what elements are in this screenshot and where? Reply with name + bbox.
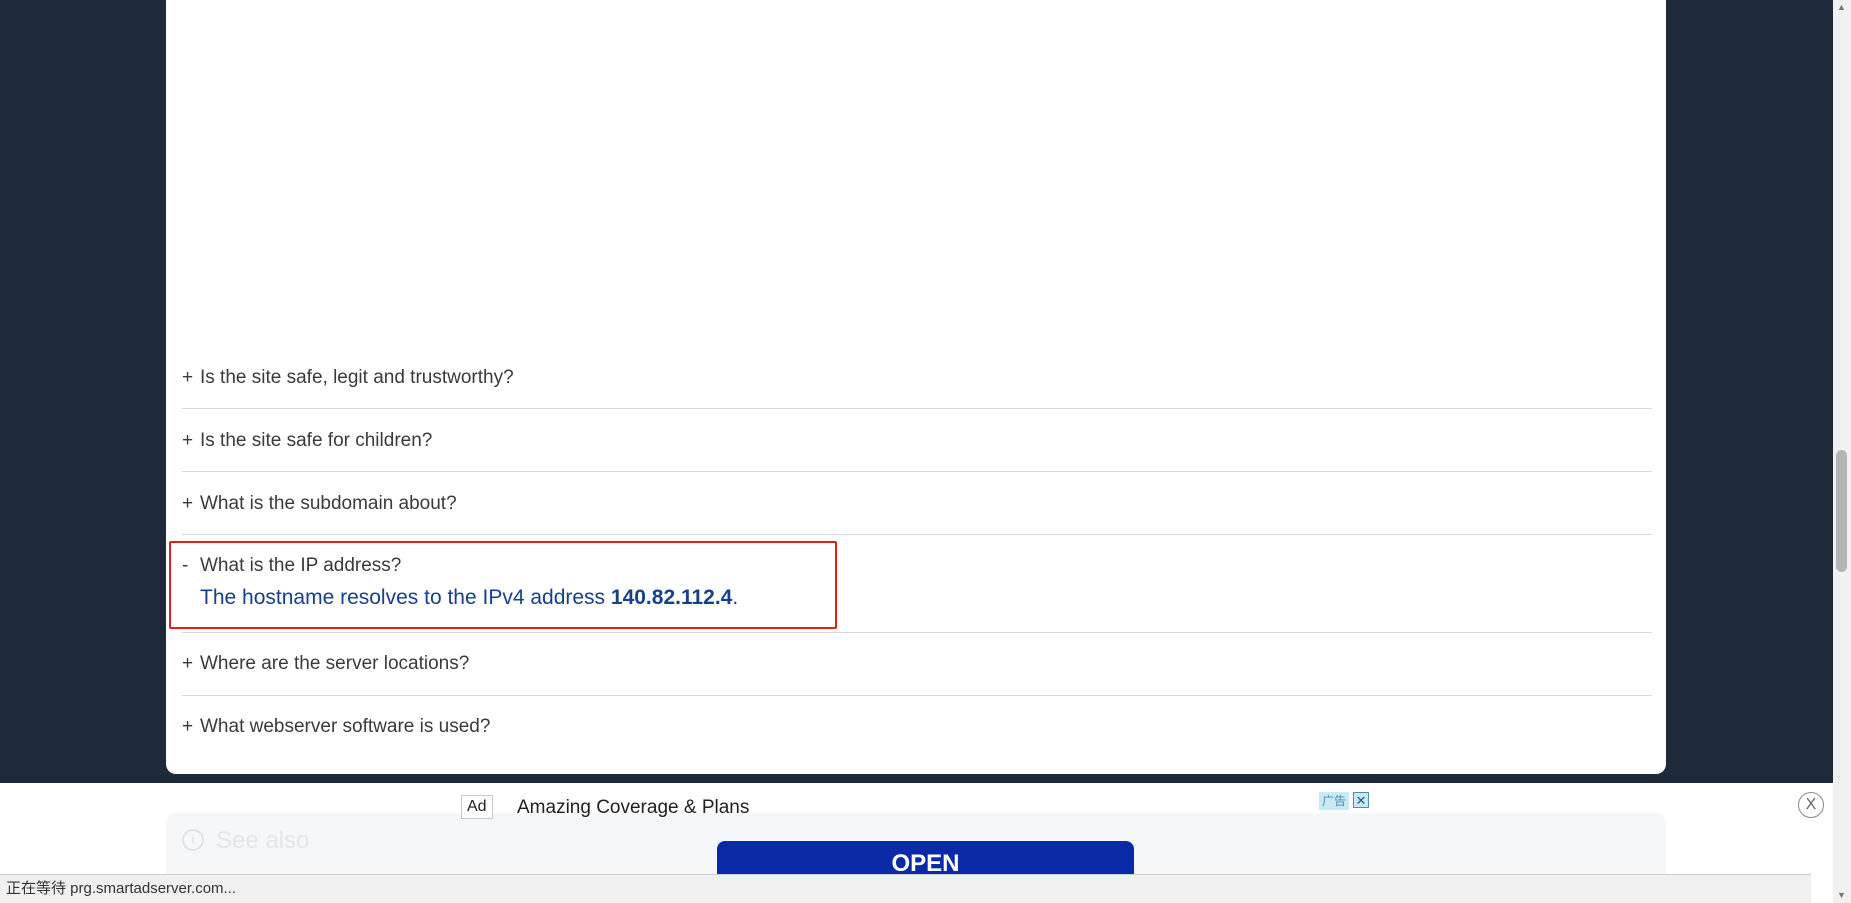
scrollbar-thumb[interactable]	[1836, 450, 1847, 572]
scroll-up-icon[interactable]: ▲	[1836, 2, 1847, 12]
faq-item-webserver[interactable]: + What webserver software is used?	[182, 696, 1652, 756]
expand-icon: +	[182, 653, 194, 674]
faq-item-safe[interactable]: + Is the site safe, legit and trustworthy…	[182, 363, 1652, 409]
ad-badge: Ad	[461, 795, 493, 819]
faq-question: What is the subdomain about?	[200, 493, 457, 514]
highlight-box	[169, 541, 837, 629]
faq-item-children[interactable]: + Is the site safe for children?	[182, 409, 1652, 472]
faq-question: Is the site safe, legit and trustworthy?	[200, 367, 514, 388]
faq-item-subdomain[interactable]: + What is the subdomain about?	[182, 472, 1652, 535]
ad-choices-label[interactable]: 广告	[1319, 792, 1350, 810]
browser-status-bar: 正在等待 prg.smartadserver.com...	[0, 874, 1811, 903]
expand-icon: +	[182, 367, 194, 388]
see-also-title: See also	[216, 827, 310, 854]
expand-icon: +	[182, 716, 194, 737]
faq-question: What webserver software is used?	[200, 716, 491, 737]
faq-question: Where are the server locations?	[200, 653, 470, 674]
faq-question: Is the site safe for children?	[200, 430, 433, 451]
faq-item-server-locations[interactable]: + Where are the server locations?	[182, 633, 1652, 696]
expand-icon: +	[182, 430, 194, 451]
ad-title[interactable]: Amazing Coverage & Plans	[517, 797, 749, 819]
info-icon: i	[182, 829, 204, 851]
ad-close-button[interactable]: X	[1798, 792, 1824, 818]
scroll-down-icon[interactable]: ▼	[1836, 890, 1847, 900]
expand-icon: +	[182, 493, 194, 514]
ad-dismiss-icon[interactable]: ✕	[1353, 792, 1369, 808]
